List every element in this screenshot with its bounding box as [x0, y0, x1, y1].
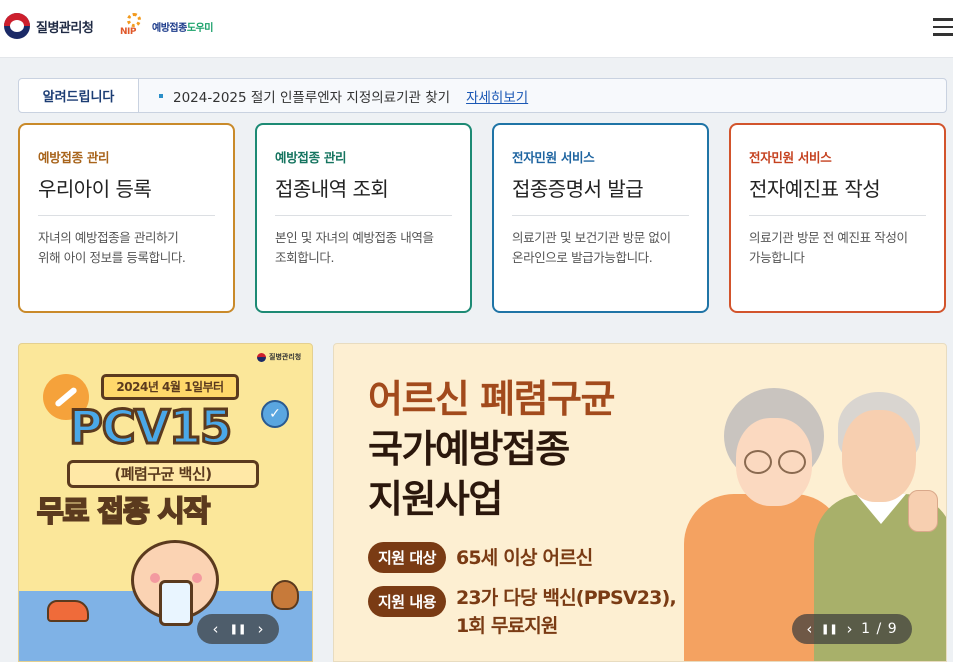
- site-header: 질병관리청 NIP 예방접종도우미: [0, 0, 953, 58]
- shield-check-icon: ✓: [261, 400, 289, 428]
- toy-car-illustration: [47, 600, 89, 622]
- banner-vaccine-name: PCV15: [67, 399, 233, 456]
- thumbs-up-icon: [908, 490, 938, 532]
- notice-bar: 알려드립니다 2024-2025 절기 인플루엔자 지정의료기관 찾기 자세히보…: [18, 78, 947, 113]
- baby-bottle-illustration: [159, 580, 193, 626]
- card-title: 접종증명서 발급: [512, 173, 689, 216]
- card-category: 예방접종 관리: [275, 150, 347, 165]
- banner-controls: ‹ ❚❚ › 1 / 9: [792, 614, 912, 644]
- banner-date-ribbon: 2024년 4월 1일부터: [101, 374, 239, 400]
- glasses-icon: [740, 450, 808, 474]
- card-category: 전자민원 서비스: [512, 150, 595, 165]
- teddy-bear-illustration: [271, 580, 299, 610]
- banner-org-logo: 질병관리청: [257, 352, 301, 362]
- hamburger-menu-icon[interactable]: [933, 18, 953, 38]
- notice-text[interactable]: 2024-2025 절기 인플루엔자 지정의료기관 찾기: [173, 86, 450, 106]
- card-category: 예방접종 관리: [38, 150, 110, 165]
- kdca-emblem-icon: [4, 13, 30, 39]
- notice-detail-link[interactable]: 자세히보기: [466, 86, 528, 106]
- bullet-icon: [159, 93, 163, 98]
- card-vaccination-certificate[interactable]: 전자민원 서비스 접종증명서 발급 의료기관 및 보건기관 방문 없이 온라인으로…: [492, 123, 709, 313]
- pause-icon[interactable]: ❚❚: [230, 624, 247, 635]
- banner-controls: ‹ ❚❚ ›: [197, 614, 279, 644]
- kdca-logo[interactable]: 질병관리청: [4, 11, 94, 41]
- next-arrow-icon[interactable]: ›: [257, 620, 263, 638]
- card-vaccination-history[interactable]: 예방접종 관리 접종내역 조회 본인 및 자녀의 예방접종 내역을 조회합니다.: [255, 123, 472, 313]
- slide-counter: 1 / 9: [861, 621, 898, 637]
- nip-logo-text: 예방접종도우미: [152, 22, 213, 34]
- support-target-value: 65세 이상 어르신: [455, 546, 593, 569]
- card-description: 자녀의 예방접종을 관리하기 위해 아이 정보를 등록합니다.: [38, 230, 186, 265]
- grandmother-illustration: [714, 388, 834, 558]
- card-description: 의료기관 방문 전 예진표 작성이 가능합니다: [749, 230, 908, 265]
- nip-logo[interactable]: NIP 예방접종도우미: [120, 12, 213, 40]
- notice-label: 알려드립니다: [19, 79, 139, 112]
- card-category: 전자민원 서비스: [749, 150, 832, 165]
- next-arrow-icon[interactable]: ›: [846, 620, 852, 638]
- prev-arrow-icon[interactable]: ‹: [806, 620, 812, 638]
- support-content-label: 지원 내용: [368, 586, 446, 617]
- nip-sun-icon: NIP: [120, 13, 148, 39]
- support-target-label: 지원 대상: [368, 542, 446, 573]
- card-title: 전자예진표 작성: [749, 173, 926, 216]
- banner-title: 어르신 폐렴구균 국가예방접종 지원사업: [368, 377, 615, 521]
- pneumococcal-elderly-banner[interactable]: 어르신 폐렴구균 국가예방접종 지원사업 지원 대상 65세 이상 어르신 지원…: [333, 343, 947, 662]
- card-description: 의료기관 및 보건기관 방문 없이 온라인으로 발급가능합니다.: [512, 230, 671, 265]
- kdca-logo-text: 질병관리청: [36, 20, 94, 36]
- banner-subtitle: (폐렴구균 백신): [67, 460, 259, 488]
- card-title: 우리아이 등록: [38, 173, 215, 216]
- prev-arrow-icon[interactable]: ‹: [213, 620, 219, 638]
- nip-mark-text: NIP: [120, 27, 136, 37]
- support-content-row: 지원 내용 23가 다당 백신(PPSV23), 1회 무료지원: [368, 584, 677, 640]
- pcv15-banner[interactable]: 질병관리청 2024년 4월 1일부터 PCV15 ✓ (폐렴구균 백신) 무료…: [18, 343, 313, 662]
- card-child-registration[interactable]: 예방접종 관리 우리아이 등록 자녀의 예방접종을 관리하기 위해 아이 정보를 …: [18, 123, 235, 313]
- kdca-emblem-icon: [257, 352, 266, 362]
- card-e-prescreening[interactable]: 전자민원 서비스 전자예진표 작성 의료기관 방문 전 예진표 작성이 가능합니다: [729, 123, 946, 313]
- card-description: 본인 및 자녀의 예방접종 내역을 조회합니다.: [275, 230, 434, 265]
- support-target-row: 지원 대상 65세 이상 어르신: [368, 542, 593, 573]
- card-title: 접종내역 조회: [275, 173, 452, 216]
- pause-icon[interactable]: ❚❚: [821, 624, 838, 635]
- banner-headline: 무료 접종 시작: [36, 493, 211, 529]
- support-content-value: 23가 다당 백신(PPSV23), 1회 무료지원: [455, 587, 677, 637]
